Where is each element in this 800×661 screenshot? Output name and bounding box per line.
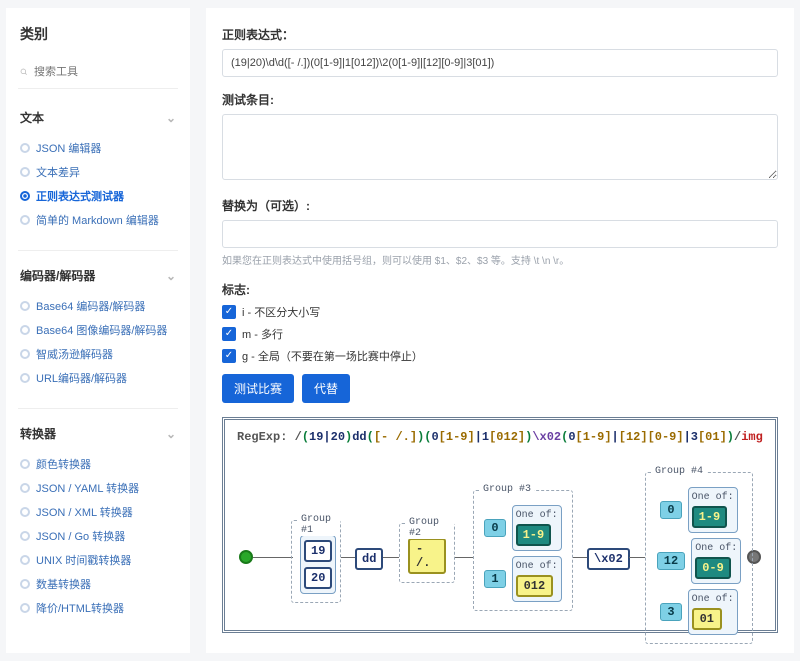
flag-row[interactable]: ✓ g - 全局（不要在第一场比赛中停止） [222,348,778,364]
main-panel: 正则表达式： 测试条目: 替换为（可选）: 如果您在正则表达式中使用括号组，则可… [206,8,794,653]
sidebar-item[interactable]: JSON 编辑器 [18,136,178,160]
radio-dot-icon [20,191,30,201]
sidebar-item-label: JSON / Go 转换器 [36,528,125,544]
radio-dot-icon [20,325,30,335]
token-1-9b: 1-9 [692,506,728,528]
checkbox-icon[interactable]: ✓ [222,327,236,341]
radio-dot-icon [20,579,30,589]
checkbox-icon[interactable]: ✓ [222,305,236,319]
radio-dot-icon [20,215,30,225]
sidebar-item[interactable]: 降价/HTML转换器 [18,596,178,620]
group-header[interactable]: 转换器⌄ [18,419,178,448]
chevron-down-icon: ⌄ [166,269,176,283]
radio-dot-icon [20,603,30,613]
radio-dot-icon [20,507,30,517]
sidebar-item[interactable]: 智威汤逊解码器 [18,342,178,366]
sidebar-item[interactable]: JSON / XML 转换器 [18,500,178,524]
search-field[interactable] [18,60,178,89]
sidebar-item-label: JSON / XML 转换器 [36,504,133,520]
sidebar-title: 类别 [20,24,178,44]
flag-label: m - 多行 [242,326,283,342]
replace-input[interactable] [222,220,778,248]
group-4: Group #4 0 One of:1-9 12 One of:0-9 3 On… [645,472,753,644]
test-match-button[interactable]: 测试比赛 [222,374,294,403]
radio-dot-icon [20,167,30,177]
sidebar-item[interactable]: 数基转换器 [18,572,178,596]
sidebar-item-label: 简单的 Markdown 编辑器 [36,212,159,228]
radio-dot-icon [20,143,30,153]
group-header[interactable]: 文本⌄ [18,103,178,132]
token-3: 3 [660,603,681,621]
regex-title-line: RegExp: /(19|20)dd([- /.])(0[1-9]|1[012]… [237,430,763,444]
token-0b: 0 [660,501,681,519]
token-1: 1 [484,570,505,588]
flag-row[interactable]: ✓ i - 不区分大小写 [222,304,778,320]
flag-row[interactable]: ✓ m - 多行 [222,326,778,342]
radio-dot-icon [20,531,30,541]
radio-dot-icon [20,459,30,469]
test-label: 测试条目: [222,91,778,108]
search-icon [20,66,28,78]
sidebar-item-label: JSON 编辑器 [36,140,101,156]
token-20: 20 [304,567,332,589]
sidebar-item-label: 数基转换器 [36,576,91,592]
sidebar-item-label: Base64 图像编码器/解码器 [36,322,167,338]
regex-diagram: RegExp: /(19|20)dd([- /.])(0[1-9]|1[012]… [222,417,778,633]
regex-label: 正则表达式： [222,26,778,43]
radio-dot-icon [20,373,30,383]
flags-label: 标志: [222,281,778,298]
substitute-button[interactable]: 代替 [302,374,350,403]
sidebar: 类别 文本⌄ JSON 编辑器文本差异正则表达式测试器简单的 Markdown 编… [6,8,190,653]
token-01: 01 [692,608,722,630]
search-input[interactable] [34,66,176,78]
group-header[interactable]: 编码器/解码器⌄ [18,261,178,290]
token-charclass: - /. [408,538,446,574]
radio-dot-icon [20,349,30,359]
token-dd: dd [355,548,383,570]
token-0: 0 [484,519,505,537]
radio-dot-icon [20,301,30,311]
token-1-9: 1-9 [516,524,552,546]
sidebar-item[interactable]: 正则表达式测试器 [18,184,178,208]
token-12: 12 [657,552,685,570]
token-012: 012 [516,575,554,597]
sidebar-item-label: UNIX 时间戳转换器 [36,552,131,568]
sidebar-item-label: 文本差异 [36,164,80,180]
sidebar-item[interactable]: URL编码器/解码器 [18,366,178,390]
sidebar-item[interactable]: JSON / Go 转换器 [18,524,178,548]
sidebar-item-label: URL编码器/解码器 [36,370,127,386]
sidebar-item-label: 降价/HTML转换器 [36,600,124,616]
replace-hint: 如果您在正则表达式中使用括号组，则可以使用 $1、$2、$3 等。支持 \t \… [222,252,778,267]
group-3: Group #3 0 One of:1-9 1 One of:012 [473,490,573,611]
sidebar-item[interactable]: 文本差异 [18,160,178,184]
sidebar-item-label: Base64 编码器/解码器 [36,298,145,314]
sidebar-item-label: 颜色转换器 [36,456,91,472]
sidebar-item[interactable]: 颜色转换器 [18,452,178,476]
sidebar-item[interactable]: 简单的 Markdown 编辑器 [18,208,178,232]
sidebar-item-label: JSON / YAML 转换器 [36,480,139,496]
checkbox-icon[interactable]: ✓ [222,349,236,363]
replace-label: 替换为（可选）: [222,197,778,214]
sidebar-item[interactable]: Base64 图像编码器/解码器 [18,318,178,342]
sidebar-item[interactable]: JSON / YAML 转换器 [18,476,178,500]
group-2: Group #2 - /. [399,523,455,583]
sidebar-item[interactable]: UNIX 时间戳转换器 [18,548,178,572]
radio-dot-icon [20,483,30,493]
test-textarea[interactable] [222,114,778,180]
group-1: Group #1 19 20 [291,520,341,603]
sidebar-item-label: 智威汤逊解码器 [36,346,113,362]
chevron-down-icon: ⌄ [166,427,176,441]
flag-label: g - 全局（不要在第一场比赛中停止） [242,348,423,364]
token-x02: \x02 [587,548,630,570]
regex-input[interactable] [222,49,778,77]
chevron-down-icon: ⌄ [166,111,176,125]
start-node [239,550,253,564]
token-19: 19 [304,540,332,562]
flag-label: i - 不区分大小写 [242,304,320,320]
sidebar-item[interactable]: Base64 编码器/解码器 [18,294,178,318]
sidebar-item-label: 正则表达式测试器 [36,188,124,204]
token-0-9: 0-9 [695,557,731,579]
radio-dot-icon [20,555,30,565]
